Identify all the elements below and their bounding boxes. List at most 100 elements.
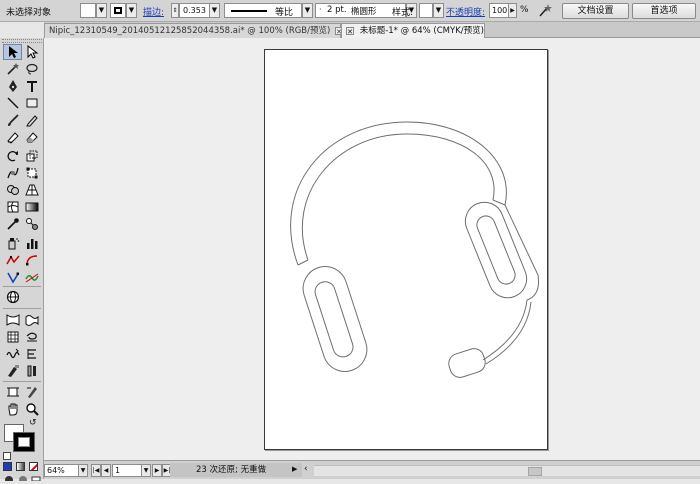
status-text[interactable]: 23 次还原; 无重做 <box>170 463 302 477</box>
blend-tool-icon[interactable] <box>22 216 41 232</box>
align-lines-icon[interactable] <box>22 346 41 362</box>
free-transform-tool-icon[interactable] <box>22 165 41 181</box>
screen-mode-icon[interactable] <box>31 474 41 482</box>
direct-selection-tool-icon[interactable] <box>22 44 41 60</box>
opacity-label[interactable]: 不透明度: <box>446 5 485 18</box>
stroke-weight-stepper[interactable]: ⇕ <box>171 3 179 18</box>
curvature-tool-icon[interactable] <box>22 252 41 268</box>
rectangle-tool-icon[interactable] <box>22 95 41 111</box>
symbol-sprayer-tool-icon[interactable] <box>3 235 22 251</box>
artboard-tool-icon[interactable] <box>3 384 22 400</box>
scrollbar-thumb[interactable] <box>528 467 542 476</box>
stroke-label[interactable]: 描边: <box>143 5 164 18</box>
default-colors-icon[interactable] <box>3 452 11 460</box>
lasso-tool-icon[interactable] <box>22 61 41 77</box>
knife-tool-icon[interactable] <box>22 384 41 400</box>
mesh-tool-icon[interactable] <box>3 199 22 215</box>
canvas-area[interactable] <box>44 38 700 460</box>
brush-shape: 椭圆形 <box>351 7 377 17</box>
anchor-convert-tool-icon[interactable] <box>3 252 22 268</box>
eraser-tool-icon[interactable] <box>22 129 41 145</box>
blob-brush-tool-icon[interactable] <box>3 129 22 145</box>
color-mode-icon[interactable] <box>3 462 12 471</box>
rotate-tool-icon[interactable] <box>3 148 22 164</box>
tools-divider <box>3 308 41 309</box>
stroke-profile-label: 等比 <box>275 8 294 18</box>
wand-icon[interactable] <box>537 3 553 18</box>
scale-tool-icon[interactable] <box>22 148 41 164</box>
stroke-swatch-icon <box>114 7 122 14</box>
pen-tool-icon[interactable] <box>3 78 22 94</box>
artboard-number-input[interactable]: 1 <box>112 464 142 477</box>
draw-normal-icon[interactable] <box>3 474 15 484</box>
gradient-tool-icon[interactable] <box>22 199 41 215</box>
control-bar: 未选择对象 ▼ ▼ 描边: ⇕ 0.353 ▼ 等比 ▼ · 2 pt. 椭圆形… <box>0 0 700 22</box>
stroke-line-preview <box>231 10 267 12</box>
none-mode-icon[interactable] <box>29 462 38 471</box>
stroke-color-swatch[interactable] <box>13 432 35 452</box>
scroll-left-arrow[interactable]: ‹ <box>304 464 308 474</box>
stroke-weight-input[interactable]: 0.353 <box>179 3 213 18</box>
close-icon[interactable]: ✕ <box>346 26 354 36</box>
wave-icon[interactable] <box>3 346 22 362</box>
stroke-swatch[interactable] <box>110 3 126 18</box>
column-graph-tool-icon[interactable] <box>22 235 41 251</box>
tab-document-1-label: Nipic_12310549_20140512125852044358.ai* … <box>49 26 331 36</box>
stroke-weight-dropdown[interactable]: ▼ <box>209 3 220 18</box>
stroke-profile-select[interactable]: 等比 <box>224 3 302 18</box>
warp-arc-icon[interactable] <box>22 312 41 328</box>
status-text-label: 23 次还原; 无重做 <box>196 465 267 475</box>
zoom-input[interactable]: 64% <box>44 464 80 477</box>
preferences-button[interactable]: 首选项 <box>632 3 696 19</box>
zoom-dropdown[interactable]: ▼ <box>78 464 88 477</box>
magic-wand-tool-icon[interactable] <box>3 61 22 77</box>
type-tool-icon[interactable] <box>22 78 41 94</box>
line-tool-icon[interactable] <box>3 95 22 111</box>
artboard-dropdown[interactable]: ▼ <box>141 464 151 477</box>
status-menu-arrow[interactable]: ▶ <box>292 465 297 473</box>
style-swatch[interactable] <box>419 3 433 18</box>
hand-tool-icon[interactable] <box>3 401 22 417</box>
brush-size: 2 pt. <box>327 5 347 15</box>
draw-behind-icon[interactable] <box>17 474 29 484</box>
fill-dropdown[interactable]: ▼ <box>96 3 107 18</box>
stroke-dropdown[interactable]: ▼ <box>126 3 137 18</box>
panel-grip[interactable] <box>2 39 42 43</box>
stroke-profile-dropdown[interactable]: ▼ <box>302 3 313 18</box>
scissors-tool-icon[interactable] <box>22 363 41 379</box>
tools-divider <box>3 286 41 287</box>
shape-builder-tool-icon[interactable] <box>3 182 22 198</box>
artboard[interactable] <box>264 49 548 450</box>
opacity-input[interactable]: 100 <box>489 3 510 18</box>
twirl-icon[interactable] <box>22 329 41 345</box>
swap-colors-icon[interactable]: ↺ <box>29 419 39 429</box>
tab-document-1[interactable]: Nipic_12310549_20140512125852044358.ai* … <box>44 23 344 38</box>
smooth-path-tool-icon[interactable] <box>22 269 41 285</box>
zoom-tool-icon[interactable] <box>22 401 41 417</box>
tools-panel: ↺ <box>0 38 44 484</box>
headset-artwork[interactable] <box>265 50 549 451</box>
path-edit-tool-icon[interactable] <box>3 269 22 285</box>
globe-icon[interactable] <box>3 289 22 305</box>
fill-swatch[interactable] <box>80 3 96 18</box>
grid-distort-icon[interactable] <box>3 329 22 345</box>
style-dropdown[interactable]: ▼ <box>433 3 444 18</box>
document-tab-bar: Nipic_12310549_20140512125852044358.ai* … <box>44 22 700 38</box>
previous-artboard-button[interactable]: ◀ <box>101 464 111 477</box>
envelope-distort-icon[interactable] <box>3 312 22 328</box>
eyedropper-tool-icon[interactable] <box>3 216 22 232</box>
first-artboard-button[interactable]: |◀ <box>91 464 101 477</box>
next-artboard-button[interactable]: ▶ <box>152 464 162 477</box>
selection-tool-icon[interactable] <box>3 44 22 60</box>
pencil-tool-icon[interactable] <box>22 112 41 128</box>
document-setup-button[interactable]: 文档设置 <box>562 3 629 19</box>
tab-document-2[interactable]: ✕ 未标题-1* @ 64% (CMYK/预览) <box>341 23 485 38</box>
gradient-mode-icon[interactable] <box>16 462 25 471</box>
opacity-dropdown[interactable]: ▶ <box>508 3 517 18</box>
horizontal-scrollbar[interactable] <box>314 465 700 476</box>
perspective-grid-tool-icon[interactable] <box>22 182 41 198</box>
status-bar: 64% ▼ |◀ ◀ 1 ▼ ▶ ▶| 23 次还原; 无重做 ▶ ‹ <box>44 460 700 479</box>
paintbrush-tool-icon[interactable] <box>3 112 22 128</box>
warp-tool-icon[interactable] <box>3 165 22 181</box>
slice-tool-icon[interactable] <box>3 363 22 379</box>
